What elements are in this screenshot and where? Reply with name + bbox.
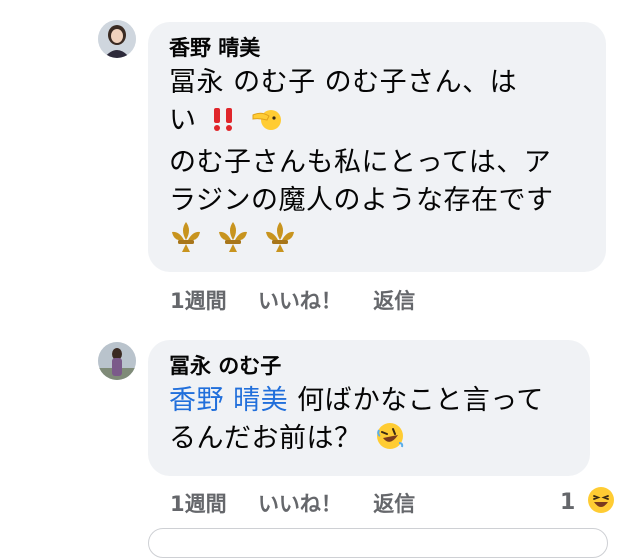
comment-author[interactable]: 冨永 のむ子 (169, 352, 590, 380)
comment-line: 香野 晴美 何ばかなこと言って (169, 385, 544, 416)
rolling-laughing-icon (375, 421, 405, 462)
comment-text: 冨永 のむ子 のむ子さん、は い のむ子さんも私にとっては、ア ラジンの魔人のよ… (169, 64, 606, 265)
reply-input[interactable] (148, 528, 608, 558)
comment-text: 香野 晴美 何ばかなこと言って るんだお前は？ (169, 382, 590, 462)
comment-line: るんだお前は？ (169, 420, 590, 462)
fleur-de-lis-icon (169, 220, 203, 265)
comment-timestamp[interactable]: 1週間 (170, 285, 227, 315)
comment-line: 冨永 のむ子 のむ子さん、は (169, 67, 518, 98)
comment-timestamp[interactable]: 1週間 (170, 488, 227, 518)
mention-link[interactable]: 香野 晴美 (169, 385, 288, 416)
avatar[interactable] (98, 342, 136, 380)
like-button[interactable]: いいね！ (258, 285, 342, 315)
laughing-face-icon (587, 486, 615, 520)
comment-line: のむ子さんも私にとっては、ア (169, 147, 552, 178)
comment-bubble: 香野 晴美 冨永 のむ子 のむ子さん、は い のむ子さんも私にとっては、ア ラジ… (148, 22, 606, 272)
reaction-summary[interactable]: 1 (560, 486, 615, 520)
comment-line: ラジンの魔人のような存在です (169, 185, 554, 216)
like-button[interactable]: いいね！ (258, 488, 342, 518)
comment-author[interactable]: 香野 晴美 (169, 34, 606, 62)
comment-actions: 1週間 いいね！ 返信 (170, 488, 415, 518)
fleur-de-lis-icon (263, 220, 297, 265)
double-exclamation-icon (210, 105, 238, 144)
reply-button[interactable]: 返信 (373, 488, 415, 518)
comment-line: い (169, 102, 606, 144)
reply-button[interactable]: 返信 (373, 285, 415, 315)
avatar[interactable] (98, 20, 136, 58)
pointing-hand-icon (251, 105, 283, 144)
fleur-de-lis-icon (216, 220, 250, 265)
reaction-count: 1 (560, 490, 576, 515)
comment-line (165, 220, 606, 265)
comment-actions: 1週間 いいね！ 返信 (170, 285, 415, 315)
comment-bubble: 冨永 のむ子 香野 晴美 何ばかなこと言って るんだお前は？ (148, 340, 590, 476)
